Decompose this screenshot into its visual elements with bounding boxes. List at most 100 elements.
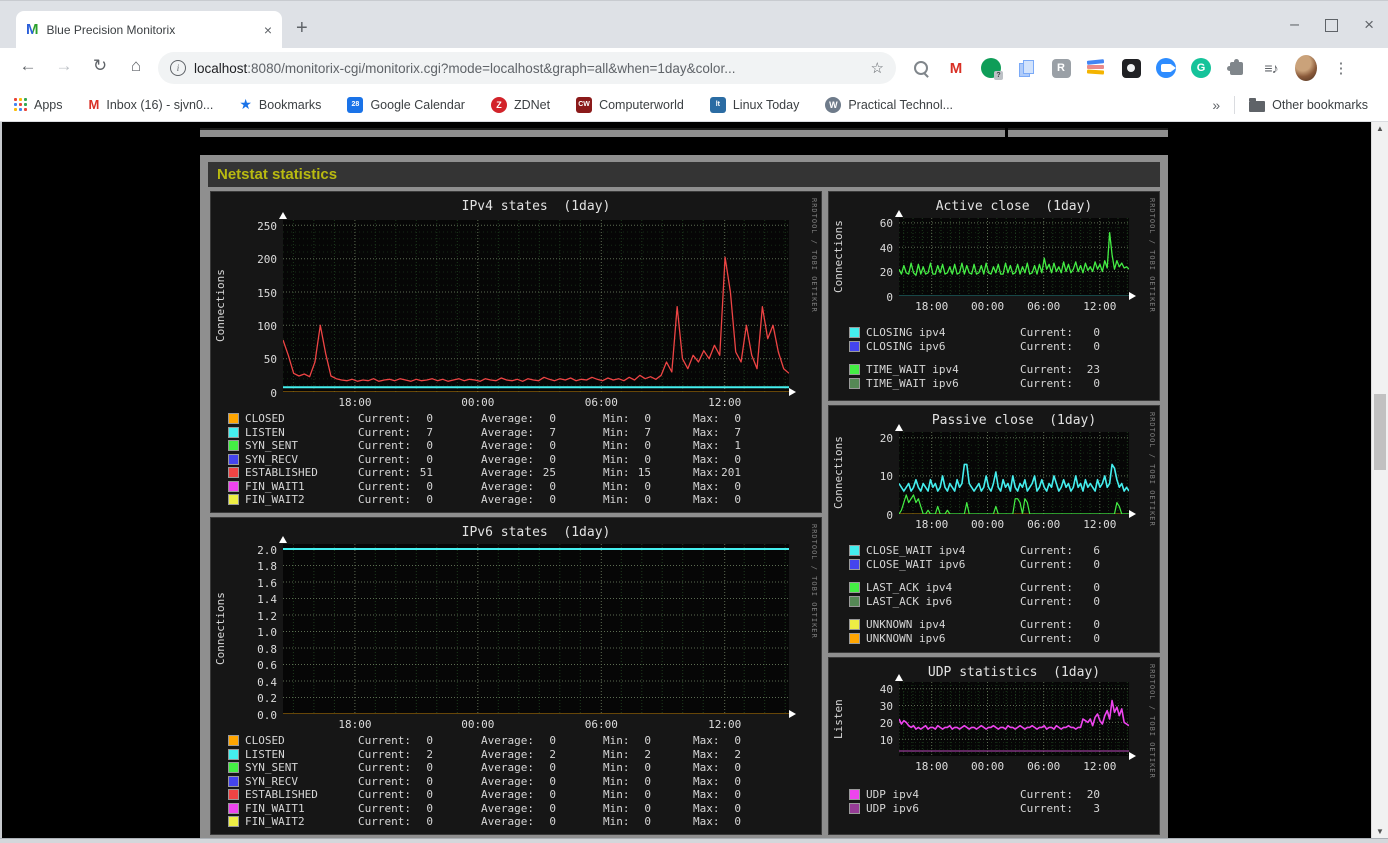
legend-stat-name: Min:: [603, 801, 630, 815]
window-maximize-button[interactable]: [1325, 18, 1339, 32]
legend-stat-name: Max:: [693, 493, 720, 507]
bookmark-apps[interactable]: Apps: [14, 98, 63, 112]
legend-row: ESTABLISHED Current: 0 Average: 0 Min: 0 Max: 0: [228, 788, 741, 802]
y-axis-arrow-icon: [279, 212, 287, 219]
computerworld-icon: CW: [576, 96, 593, 113]
legend-stat-value: 0: [549, 412, 556, 426]
chart-canvas: [899, 218, 1129, 296]
playlist-icon[interactable]: ≡♪: [1260, 57, 1282, 79]
reload-button[interactable]: ↻: [88, 56, 112, 76]
books-icon[interactable]: [1085, 57, 1107, 79]
chart-title: Passive close (1day): [931, 413, 1097, 428]
x-axis-arrow-icon: [789, 388, 796, 396]
dark-app-icon[interactable]: [1120, 57, 1142, 79]
bookmark-inbox[interactable]: M Inbox (16) - sjvn0...: [89, 97, 214, 112]
site-info-icon[interactable]: i: [170, 60, 186, 76]
window-minimize-button[interactable]: –: [1290, 16, 1299, 34]
scrollbar-thumb[interactable]: [1374, 394, 1386, 470]
chart-active-close[interactable]: Active close (1day) Connections RRDTOOL / …: [828, 191, 1160, 401]
chart-udp-statistics[interactable]: UDP statistics (1day) Listen RRDTOOL / TOB…: [828, 657, 1160, 835]
tab-close-icon[interactable]: ×: [264, 22, 272, 38]
bookmark-computerworld[interactable]: CW Computerworld: [576, 96, 684, 113]
legend-stat-value: 0: [426, 439, 433, 453]
legend-row: UNKNOWN ipv6 Current: 0: [849, 632, 1100, 646]
bookmark-star-icon[interactable]: ☆: [871, 59, 884, 77]
legend-stat-name: Average:: [481, 788, 534, 802]
forward-button[interactable]: →: [52, 56, 76, 76]
window-close-button[interactable]: ×: [1364, 15, 1374, 35]
scrollbar-down-arrow[interactable]: ▼: [1372, 827, 1388, 836]
bookmark-google-calendar[interactable]: 28 Google Calendar: [347, 96, 465, 113]
legend-row: SYN_RECV Current: 0 Average: 0 Min: 0 Max: 0: [228, 775, 741, 789]
bookmark-label: Practical Technol...: [848, 97, 954, 112]
x-tick-label: 12:00: [1083, 300, 1117, 313]
copy-pages-icon[interactable]: [1015, 57, 1037, 79]
legend-stat-value: 0: [549, 788, 556, 802]
chart-passive-close[interactable]: Passive close (1day) Connections RRDTOOL /…: [828, 405, 1160, 653]
legend-stat-value: 0: [734, 452, 741, 466]
profile-avatar[interactable]: [1295, 55, 1317, 81]
search-icon[interactable]: [910, 57, 932, 79]
bookmarks-overflow-chevron[interactable]: »: [1212, 97, 1220, 113]
scrollbar-up-arrow[interactable]: ▲: [1372, 124, 1388, 133]
bookmark-practical-technology[interactable]: W Practical Technol...: [825, 96, 954, 113]
chart-ipv6-states[interactable]: IPv6 states (1day) Connections RRDTOOL / T…: [210, 517, 822, 835]
legend-swatch: [228, 426, 239, 438]
bookmark-zdnet[interactable]: Z ZDNet: [490, 96, 550, 113]
legend-stat-value: 0: [549, 734, 556, 748]
legend-swatch: [849, 632, 860, 644]
legend-stat-name: Max:: [693, 734, 720, 748]
legend-stat-value: 0: [1093, 618, 1100, 632]
legend-row: CLOSED Current: 0 Average: 0 Min: 0 Max: 0: [228, 412, 741, 426]
new-tab-button[interactable]: +: [296, 17, 308, 40]
legend-stat-value: 0: [644, 788, 651, 802]
address-bar[interactable]: i localhost:8080/monitorix-cgi/monitorix…: [158, 52, 896, 84]
legend-swatch: [849, 619, 860, 631]
browser-tab[interactable]: M Blue Precision Monitorix ×: [16, 11, 282, 49]
legend-label: UDP ipv4: [866, 788, 919, 802]
legend-row: TIME_WAIT ipv4 Current: 23: [849, 363, 1100, 377]
zoom-camera-icon[interactable]: [1155, 57, 1177, 79]
legend-stat-name: Current:: [358, 747, 411, 761]
legend-stat-name: Current:: [1020, 326, 1073, 340]
window-left-edge: [0, 122, 2, 838]
legend-stat-name: Current:: [358, 734, 411, 748]
x-tick-label: 06:00: [1027, 300, 1061, 313]
chart-title: UDP statistics (1day): [927, 665, 1101, 680]
legend-row: UDP ipv4 Current: 20: [849, 788, 1100, 802]
y-tick-label: 30: [879, 700, 893, 713]
legend-stat-name: Min:: [603, 439, 630, 453]
legend-label: UNKNOWN ipv6: [866, 631, 946, 645]
x-tick-label: 06:00: [1027, 518, 1061, 531]
rrdtool-watermark: RRDTOOL / TOBI OETIKER: [1148, 664, 1156, 779]
chart-ipv4-states[interactable]: IPv4 states (1day) Connections RRDTOOL / T…: [210, 191, 822, 513]
home-button[interactable]: ⌂: [124, 56, 148, 76]
other-bookmarks-button[interactable]: Other bookmarks: [1249, 97, 1368, 112]
legend-stat-name: Current:: [358, 439, 411, 453]
scrollbar[interactable]: ▲ ▼: [1371, 122, 1388, 838]
legend-stat-value: 0: [426, 452, 433, 466]
voice-icon[interactable]: ?: [980, 57, 1003, 80]
reader-icon[interactable]: R: [1050, 57, 1072, 79]
legend-stat-name: Average:: [481, 734, 534, 748]
legend-stat-value: 6: [1093, 544, 1100, 558]
legend-stat-value: 0: [426, 479, 433, 493]
chart-legend: CLOSING ipv4 Current: 0 CLOSING ipv6 Current…: [849, 326, 1100, 390]
legend-label: CLOSED: [245, 412, 285, 426]
legend-swatch: [849, 558, 860, 570]
gmail-icon[interactable]: M: [945, 57, 967, 79]
legend-label: FIN_WAIT2: [245, 815, 305, 829]
x-tick-label: 00:00: [971, 300, 1005, 313]
x-tick-label: 12:00: [708, 718, 742, 731]
section-header: Netstat statistics: [208, 162, 1160, 187]
browser-menu-icon[interactable]: ⋮: [1330, 57, 1352, 79]
grammarly-icon[interactable]: G: [1190, 57, 1212, 79]
legend-stat-value: 0: [644, 479, 651, 493]
x-tick-label: 06:00: [1027, 760, 1061, 773]
back-button[interactable]: ←: [16, 56, 40, 76]
browser-window: M Blue Precision Monitorix × + – × ← → ↻…: [0, 0, 1388, 843]
extensions-puzzle-icon[interactable]: [1225, 57, 1247, 79]
legend-stat-value: 2: [549, 747, 556, 761]
bookmark-bookmarks[interactable]: ★ Bookmarks: [239, 96, 321, 113]
bookmark-linux-today[interactable]: lt Linux Today: [709, 96, 799, 113]
